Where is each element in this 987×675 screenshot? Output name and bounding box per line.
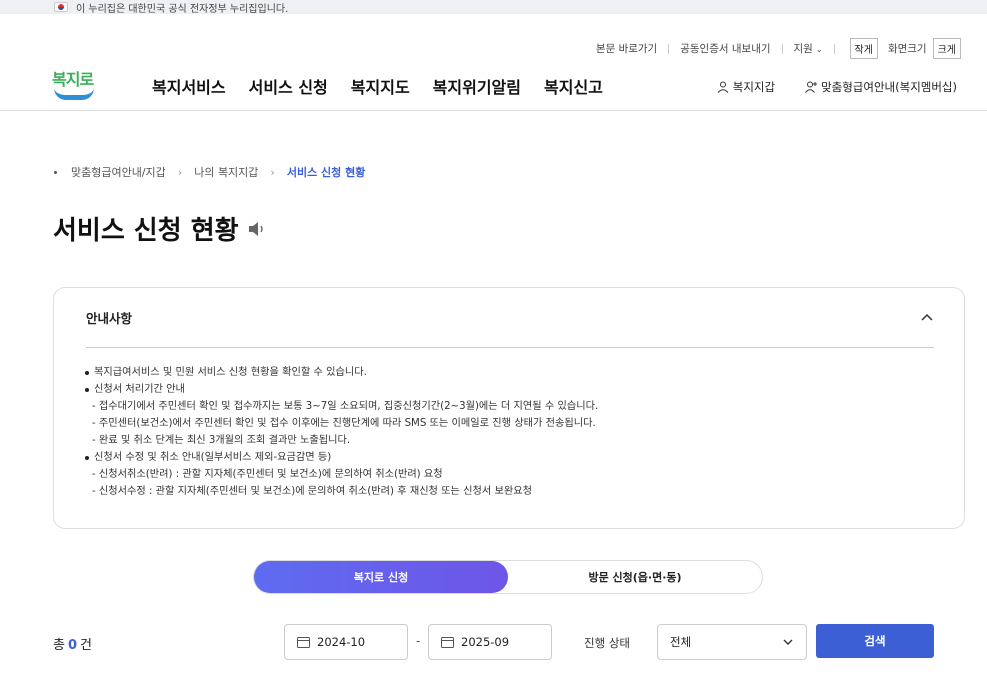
utility-bar: 본문 바로가기 공동인증서 내보내기 지원 ⌄ 작게 화면크기 크게: [596, 38, 965, 59]
notice-title: 안내사항: [86, 311, 133, 326]
end-date-value: 2025-09: [461, 635, 510, 649]
tab-visit-apply[interactable]: 방문 신청(읍·면·동): [508, 561, 762, 593]
logo-text: 복지로: [52, 70, 94, 89]
breadcrumb-item[interactable]: 맞춤형급여안내/지갑: [71, 164, 166, 180]
support-menu[interactable]: 지원 ⌄: [794, 41, 823, 56]
apply-type-tabs: 복지로 신청 방문 신청(읍·면·동): [253, 560, 763, 594]
chevron-right-icon: ›: [177, 165, 183, 179]
korea-flag-icon: [54, 2, 68, 12]
wallet-link[interactable]: 복지지갑: [717, 79, 775, 95]
calendar-icon: [297, 637, 310, 648]
chevron-down-icon: [783, 639, 793, 645]
site-header: 본문 바로가기 공동인증서 내보내기 지원 ⌄ 작게 화면크기 크게 복지로 복지…: [0, 14, 987, 111]
breadcrumb-item[interactable]: 나의 복지지갑: [194, 164, 258, 180]
calendar-icon: [441, 637, 454, 648]
total-number: 0: [67, 638, 78, 653]
font-large-button[interactable]: 크게: [932, 38, 961, 59]
gov-banner: 이 누리집은 대한민국 공식 전자정부 누리집입니다.: [0, 0, 987, 15]
gov-banner-text: 이 누리집은 대한민국 공식 전자정부 누리집입니다.: [76, 3, 289, 15]
status-select[interactable]: 전체: [657, 624, 807, 660]
membership-link[interactable]: 맞춤형급여안내(복지멤버십): [805, 79, 957, 95]
cert-export-link[interactable]: 공동인증서 내보내기: [680, 41, 770, 56]
chevron-down-icon: ⌄: [815, 45, 823, 54]
start-date-field[interactable]: 2024-10: [284, 624, 408, 660]
screen-size-label: 화면크기: [887, 43, 927, 55]
notice-panel: 안내사항 복지급여서비스 및 민원 서비스 신청 현황을 확인할 수 있습니다.…: [53, 287, 965, 529]
search-button[interactable]: 검색: [816, 624, 934, 658]
site-logo[interactable]: 복지로: [52, 66, 98, 104]
nav-crisis-alert[interactable]: 복지위기알림: [433, 74, 521, 98]
notice-sub-line: - 신청서취소(반려) : 관할 지자체(주민센터 및 보건소)에 문의하여 취…: [92, 469, 443, 480]
support-label: 지원: [793, 43, 813, 55]
notice-line: 신청서 처리기간 안내: [85, 381, 598, 398]
notice-header[interactable]: 안내사항: [86, 288, 934, 348]
skip-to-content-link[interactable]: 본문 바로가기: [596, 41, 657, 56]
page-title: 서비스 신청 현황: [53, 210, 267, 247]
nav-welfare-map[interactable]: 복지지도: [351, 74, 410, 98]
breadcrumb-current: 서비스 신청 현황: [286, 166, 366, 179]
breadcrumb-dot: [54, 170, 57, 174]
total-prefix: 총: [53, 638, 65, 653]
notice-line: 복지급여서비스 및 민원 서비스 신청 현황을 확인할 수 있습니다.: [85, 364, 598, 381]
font-small-button[interactable]: 작게: [849, 38, 878, 59]
end-date-field[interactable]: 2025-09: [428, 624, 552, 660]
total-count: 총0건: [53, 634, 92, 653]
start-date-value: 2024-10: [317, 635, 366, 649]
wallet-label: 복지지갑: [732, 80, 776, 94]
page-title-text: 서비스 신청 현황: [53, 216, 239, 246]
divider: [833, 43, 835, 54]
divider: [668, 43, 670, 54]
person-plus-icon: [805, 81, 818, 93]
nav-welfare-service[interactable]: 복지서비스: [152, 74, 226, 98]
chevron-up-icon[interactable]: [920, 311, 934, 325]
divider: [781, 43, 783, 54]
notice-sub-line: - 주민센터(보건소)에서 주민센터 확인 및 접수 이후에는 진행단계에 따라…: [92, 418, 596, 429]
notice-body: 복지급여서비스 및 민원 서비스 신청 현황을 확인할 수 있습니다. 신청서 …: [85, 364, 598, 500]
notice-sub-line: - 접수대기에서 주민센터 확인 및 접수까지는 보통 3~7일 소요되며, 집…: [92, 401, 599, 412]
user-links: 복지지갑 맞춤형급여안내(복지멤버십): [717, 79, 957, 95]
notice-sub-line: - 완료 및 취소 단계는 최신 3개월의 조회 결과만 노출됩니다.: [92, 435, 351, 446]
notice-line: 신청서 수정 및 취소 안내(일부서비스 제외-요금감면 등): [85, 449, 598, 466]
nav-service-apply[interactable]: 서비스 신청: [249, 74, 328, 98]
person-icon: [717, 81, 729, 93]
membership-label: 맞춤형급여안내(복지멤버십): [821, 80, 957, 94]
main-nav: 복지서비스 서비스 신청 복지지도 복지위기알림 복지신고: [152, 74, 603, 98]
filter-bar: 총0건 2024-10 - 2025-09 진행 상태 전체 검색: [53, 624, 935, 660]
notice-sub-line: - 신청서수정 : 관할 지자체(주민센터 및 보건소)에 문의하여 취소(반려…: [92, 486, 533, 497]
tab-online-apply[interactable]: 복지로 신청: [254, 561, 508, 593]
status-select-value: 전체: [670, 635, 692, 649]
logo-smile-icon: [54, 88, 94, 100]
total-suffix: 건: [80, 638, 92, 653]
date-range-dash: -: [416, 634, 421, 648]
nav-welfare-report[interactable]: 복지신고: [544, 74, 603, 98]
breadcrumb: 맞춤형급여안내/지갑 › 나의 복지지갑 › 서비스 신청 현황: [54, 164, 365, 180]
chevron-right-icon: ›: [270, 165, 275, 179]
status-label: 진행 상태: [584, 636, 630, 650]
speaker-icon[interactable]: [247, 220, 267, 238]
